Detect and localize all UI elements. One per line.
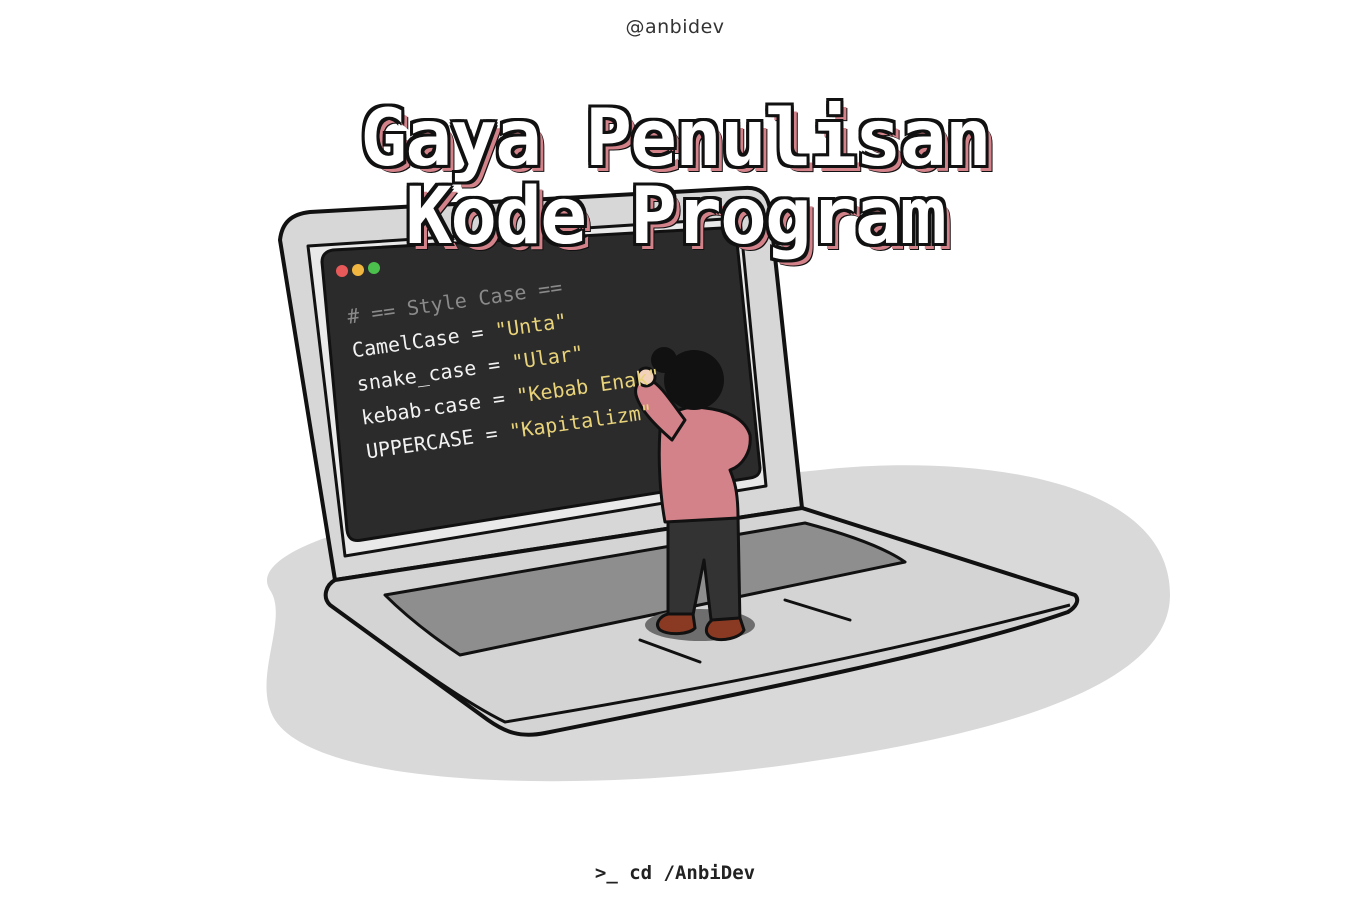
close-dot (336, 265, 348, 277)
left-shoe (656, 612, 697, 636)
code-string: "Ular" (510, 340, 586, 375)
code-operator: = (471, 419, 512, 449)
code-string: "Unta" (493, 308, 569, 343)
code-operator: = (457, 318, 497, 348)
maximize-dot (368, 262, 380, 274)
minimize-dot (352, 264, 364, 276)
code-operator: = (474, 350, 514, 380)
code-operator: = (479, 384, 519, 413)
title-line-2: Kode Program (405, 172, 947, 262)
title-line-1: Gaya Penulisan (360, 94, 991, 184)
right-shoe (704, 616, 746, 642)
footer-command: >_ cd /AnbiDev (594, 862, 756, 884)
